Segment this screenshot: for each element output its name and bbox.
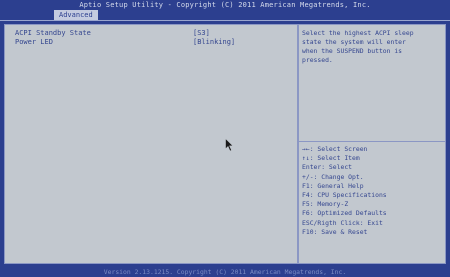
tab-bar: Advanced	[0, 10, 450, 21]
settings-panel: ACPI Standby State [S3] Power LED [Blink…	[4, 24, 298, 264]
key-legend-item: ↑↓: Select Item	[302, 154, 360, 163]
title-bar: Aptio Setup Utility - Copyright (C) 2011…	[79, 1, 371, 9]
help-line: when the SUSPEND button is	[302, 47, 403, 55]
key-legend-item: +/-: Change Opt.	[302, 172, 364, 181]
help-line: Select the highest ACPI sleep	[302, 29, 414, 37]
arrow-pointer-icon	[225, 138, 234, 152]
footer-version: Version 2.13.1215. Copyright (C) 2011 Am…	[103, 268, 347, 276]
setting-value[interactable]: [S3]	[193, 29, 210, 38]
help-description: Select the highest ACPI sleep state the …	[302, 29, 442, 65]
key-legend-item: →←: Select Screen	[302, 145, 368, 153]
bios-screen: Aptio Setup Utility - Copyright (C) 2011…	[0, 0, 450, 277]
setting-value[interactable]: [Blinking]	[193, 38, 235, 47]
help-divider	[299, 141, 445, 142]
key-legend-item: F10: Save & Reset	[302, 227, 368, 236]
key-legend-item: Enter: Select	[302, 163, 353, 172]
tab-advanced[interactable]: Advanced	[54, 10, 98, 20]
key-legend-item: F1: General Help	[302, 181, 364, 190]
setting-row-power-led[interactable]: Power LED [Blinking]	[15, 38, 285, 47]
key-legend-item: F4: CPU Specifications	[302, 191, 387, 200]
help-line: state the system will enter	[302, 38, 406, 46]
key-legend-item: F5: Memory-Z	[302, 200, 349, 209]
help-line: pressed.	[302, 56, 333, 64]
help-panel: Select the highest ACPI sleep state the …	[298, 24, 446, 264]
key-legend-item: ESC/Rigth Click: Exit	[302, 218, 383, 227]
setting-label: Power LED	[15, 38, 53, 46]
key-legend-item: F6: Optimized Defaults	[302, 209, 387, 218]
key-legend: →←: Select Screen ↑↓: Select Item Enter:…	[302, 145, 444, 237]
setting-label: ACPI Standby State	[15, 29, 91, 37]
setting-row-acpi-standby-state[interactable]: ACPI Standby State [S3]	[15, 29, 285, 38]
